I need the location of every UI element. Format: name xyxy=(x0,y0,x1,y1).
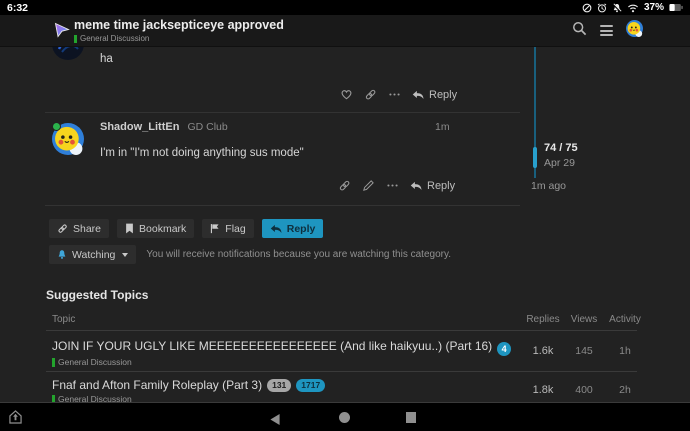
notification-level-row: Watching You will receive notifications … xyxy=(49,245,451,264)
topic-reply-label: Reply xyxy=(287,223,316,235)
reply-label: Reply xyxy=(429,89,457,101)
forum-logo-icon[interactable] xyxy=(54,22,70,43)
topic-footer-buttons: Share Bookmark Flag Reply xyxy=(49,219,323,238)
reply-label: Reply xyxy=(427,180,455,192)
watching-label: Watching xyxy=(72,249,115,261)
category-color-bar xyxy=(74,35,77,43)
notification-description: You will receive notifications because y… xyxy=(146,249,451,260)
topic-title[interactable]: meme time jacksepticeye approved xyxy=(74,19,284,32)
post-body: ha xyxy=(100,53,113,65)
home-icon[interactable] xyxy=(339,412,350,423)
unread-pill-badge[interactable]: 131 xyxy=(267,379,291,392)
topic-category[interactable]: General Discussion xyxy=(74,34,284,43)
timeline-last-activity: 1m ago xyxy=(531,180,566,192)
column-header-activity[interactable]: Activity xyxy=(601,314,649,325)
chevron-down-icon xyxy=(122,253,128,257)
bookmark-label: Bookmark xyxy=(139,223,186,235)
post-actions: Reply xyxy=(338,179,455,192)
topic-footer-divider xyxy=(45,205,520,206)
post-timestamp[interactable]: 1m xyxy=(435,121,450,133)
android-status-bar: 6:32 37% xyxy=(0,0,690,15)
column-header-topic: Topic xyxy=(52,314,75,325)
battery-percent: 37% xyxy=(644,2,664,13)
reply-icon xyxy=(410,181,422,191)
topic-header: meme time jacksepticeye approved General… xyxy=(0,15,690,46)
bookmark-button[interactable]: Bookmark xyxy=(117,219,194,238)
online-presence-dot xyxy=(52,122,61,131)
dnd-icon xyxy=(582,3,592,13)
share-button[interactable]: Share xyxy=(49,219,109,238)
topic-title-block[interactable]: meme time jacksepticeye approved General… xyxy=(74,19,284,43)
more-icon[interactable] xyxy=(388,88,401,101)
android-nav-bar xyxy=(0,403,690,431)
topic-link[interactable]: Fnaf and Afton Family Roleplay (Part 3) xyxy=(52,378,262,392)
bookmark-icon xyxy=(125,223,134,234)
forum-topic-screen: 6:32 37% xyxy=(0,0,690,431)
category-label: General Discussion xyxy=(58,357,132,367)
flag-label: Flag xyxy=(225,223,245,235)
link-icon[interactable] xyxy=(338,179,351,192)
reply-icon xyxy=(412,90,424,100)
bell-icon xyxy=(57,249,67,260)
recents-icon[interactable] xyxy=(406,412,416,423)
topic-link[interactable]: JOIN IF YOUR UGLY LIKE MEEEEEEEEEEEEEEEE… xyxy=(52,339,492,353)
wifi-icon xyxy=(627,3,639,13)
alarm-icon xyxy=(597,3,607,13)
new-posts-pill-badge[interactable]: 1717 xyxy=(296,379,325,392)
menu-icon[interactable] xyxy=(600,25,613,36)
topic-reply-button[interactable]: Reply xyxy=(262,219,324,238)
suggested-topic-row[interactable]: JOIN IF YOUR UGLY LIKE MEEEEEEEEEEEEEEEE… xyxy=(52,339,511,356)
share-label: Share xyxy=(73,223,101,235)
post-meta: Shadow_LittEn GD Club xyxy=(100,121,228,133)
table-divider xyxy=(46,330,637,331)
row-category[interactable]: General Discussion xyxy=(52,357,132,367)
more-icon[interactable] xyxy=(386,179,399,192)
pin-nav-icon[interactable] xyxy=(9,410,22,429)
post-username[interactable]: Shadow_LittEn xyxy=(100,121,179,133)
back-icon[interactable] xyxy=(270,412,280,430)
search-icon[interactable] xyxy=(572,21,587,41)
category-label: General Discussion xyxy=(80,34,149,43)
link-icon[interactable] xyxy=(364,88,377,101)
reply-button[interactable]: Reply xyxy=(410,180,455,192)
user-avatar[interactable] xyxy=(626,20,643,42)
reply-button[interactable]: Reply xyxy=(412,89,457,101)
category-color-bar xyxy=(52,358,55,367)
reply-icon xyxy=(270,224,282,234)
post-divider xyxy=(45,112,520,113)
unread-posts-badge[interactable]: 4 xyxy=(497,342,511,356)
clock-time: 6:32 xyxy=(7,2,28,14)
timeline-post-position: 74 / 75 xyxy=(544,142,578,154)
flag-button[interactable]: Flag xyxy=(202,219,253,238)
activity-age[interactable]: 2h xyxy=(601,384,649,396)
timeline-date: Apr 29 xyxy=(544,157,575,169)
flag-icon xyxy=(210,223,220,234)
watching-dropdown-button[interactable]: Watching xyxy=(49,245,136,264)
post-user-title: GD Club xyxy=(187,121,227,133)
activity-age[interactable]: 1h xyxy=(601,345,649,357)
suggested-topic-row[interactable]: Fnaf and Afton Family Roleplay (Part 3) 1… xyxy=(52,378,325,392)
post-actions: Reply xyxy=(340,88,457,101)
link-icon xyxy=(57,223,68,234)
notifications-muted-icon xyxy=(612,3,622,13)
topic-timeline-handle[interactable] xyxy=(533,147,537,168)
post-body: I'm in "I'm not doing anything sus mode" xyxy=(100,147,304,159)
row-divider xyxy=(46,371,637,372)
suggested-topics-heading: Suggested Topics xyxy=(46,288,148,302)
battery-icon xyxy=(669,3,683,12)
edit-icon[interactable] xyxy=(362,179,375,192)
like-icon[interactable] xyxy=(340,88,353,101)
